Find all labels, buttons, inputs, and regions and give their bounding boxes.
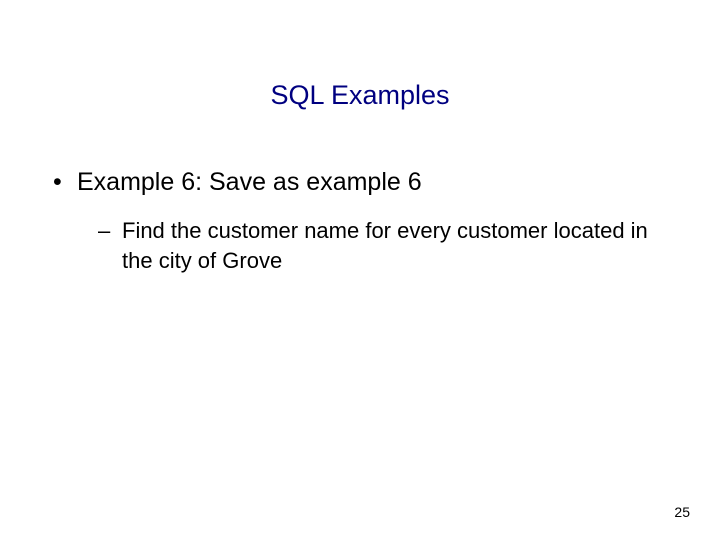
bullet-2-text: Find the customer name for every custome…: [122, 216, 650, 275]
bullet-level-2: Find the customer name for every custome…: [100, 216, 650, 275]
bullet-level-1: Example 6: Save as example 6: [55, 168, 665, 197]
page-number: 25: [674, 504, 690, 520]
bullet-1-text: Example 6: Save as example 6: [77, 168, 422, 197]
slide-title: SQL Examples: [0, 80, 720, 111]
slide: SQL Examples Example 6: Save as example …: [0, 0, 720, 540]
